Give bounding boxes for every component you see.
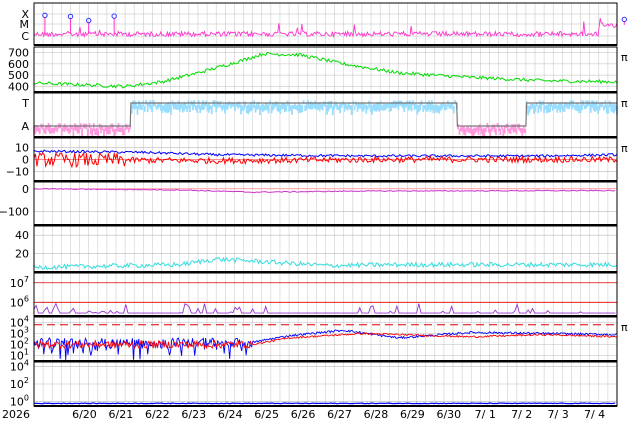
density-series-line bbox=[33, 302, 616, 314]
x-tick-label: 6/27 bbox=[327, 408, 352, 421]
x-tick-label: 6/22 bbox=[145, 408, 170, 421]
x-tick-label: 6/23 bbox=[181, 408, 206, 421]
y-tick-label: 107 bbox=[10, 275, 29, 290]
right-label: π bbox=[621, 97, 628, 110]
y-tick-label: 104 bbox=[10, 358, 29, 373]
y-tick-label: 40 bbox=[15, 229, 29, 242]
year-label: 2026 bbox=[2, 408, 30, 421]
electron-series-line bbox=[33, 402, 616, 405]
y-tick-label: −10 bbox=[6, 165, 29, 178]
y-tick-label: A bbox=[21, 120, 29, 133]
y-tick-label: C bbox=[21, 30, 29, 43]
y-tick-label: −100 bbox=[0, 205, 29, 218]
x-tick-label: 7/ 4 bbox=[584, 408, 605, 421]
right-label: π bbox=[621, 142, 628, 155]
y-tick-label: 106 bbox=[10, 294, 29, 309]
y-tick-label: 20 bbox=[15, 248, 29, 261]
x-tick-label: 7/ 3 bbox=[548, 408, 569, 421]
right-label: π bbox=[621, 51, 628, 64]
y-tick-label: 102 bbox=[10, 376, 29, 391]
x-tick-label: 6/26 bbox=[291, 408, 316, 421]
x-tick-label: 6/30 bbox=[436, 408, 461, 421]
x-tick-label: 6/25 bbox=[254, 408, 279, 421]
x-tick-label: 6/29 bbox=[400, 408, 425, 421]
x-tick-label: 6/21 bbox=[109, 408, 134, 421]
y-tick-label: 100 bbox=[10, 394, 29, 409]
panel-proton bbox=[33, 317, 618, 361]
sector-away-series bbox=[33, 123, 527, 138]
y-tick-label: 400 bbox=[8, 80, 29, 93]
x-tick-label: 6/28 bbox=[364, 408, 389, 421]
y-tick-label: T bbox=[21, 97, 29, 110]
y-tick-label: 0 bbox=[22, 183, 29, 196]
x-tick-label: 6/20 bbox=[72, 408, 97, 421]
x-tick-label: 7/ 2 bbox=[511, 408, 532, 421]
panel-density bbox=[33, 273, 618, 316]
right-label: π bbox=[621, 321, 628, 334]
flare-marker bbox=[621, 16, 627, 23]
x-tick-label: 6/24 bbox=[218, 408, 243, 421]
x-tick-label: 7/ 1 bbox=[475, 408, 496, 421]
space-weather-chart: 6/20 6/21 6/22 6/23 6/24 6/25 6/26 6/27 6/28 6/29… bbox=[0, 2, 628, 421]
